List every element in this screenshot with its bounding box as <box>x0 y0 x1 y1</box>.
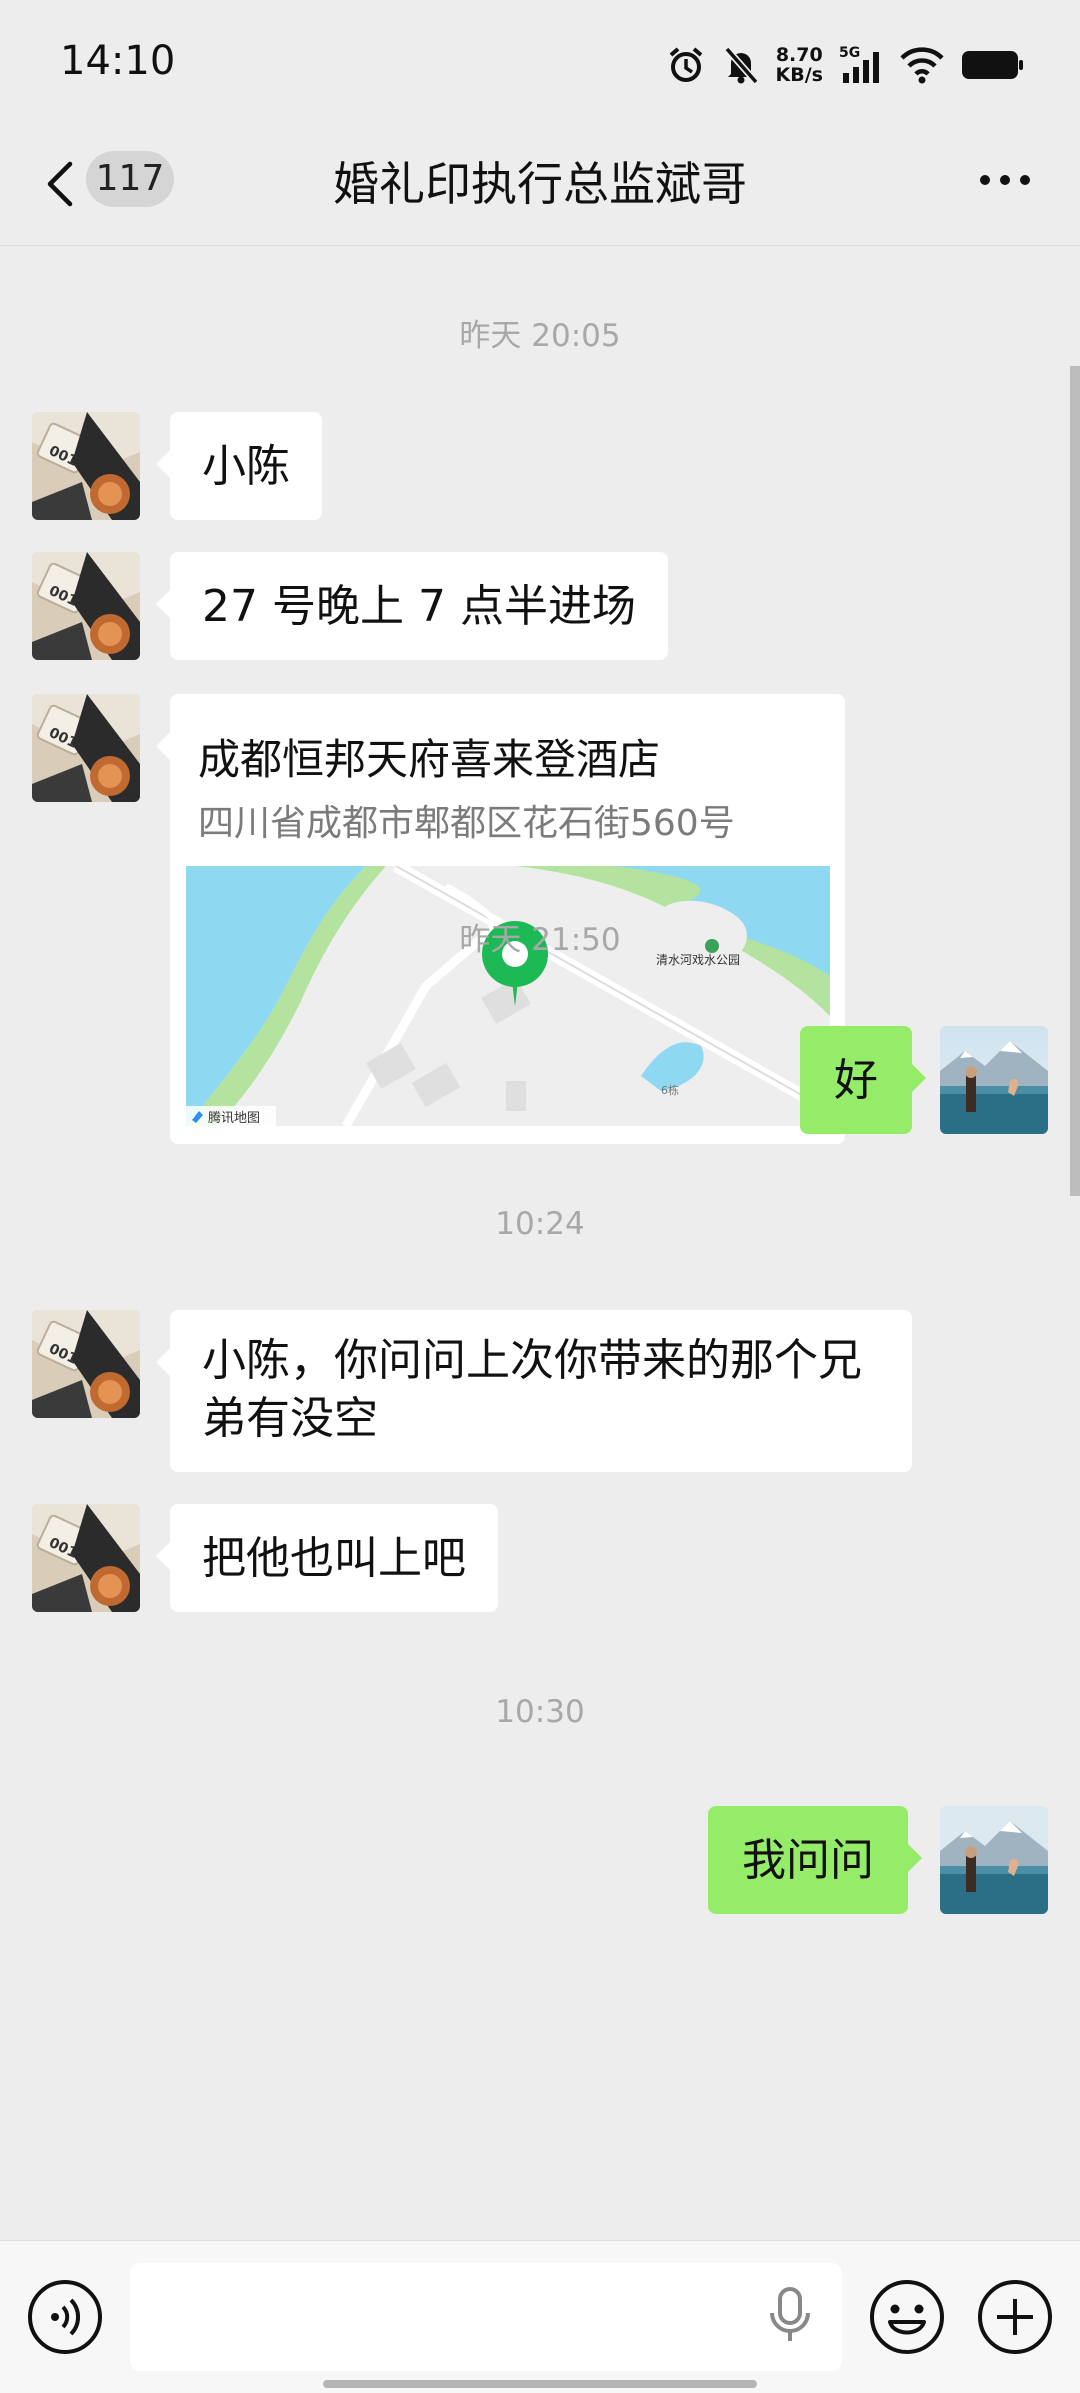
timestamp: 10:30 <box>495 1694 585 1730</box>
svg-text:5G: 5G <box>839 45 860 61</box>
battery-icon <box>961 45 1025 85</box>
location-name: 成都恒邦天府喜来登酒店 <box>198 735 661 784</box>
avatar-contact[interactable]: 001 <box>32 1310 140 1418</box>
contact-avatar-image: 001 <box>32 552 140 660</box>
timestamp: 昨天 20:05 <box>459 318 621 354</box>
message-bubble-incoming[interactable]: 把他也叫上吧 <box>156 1504 498 1612</box>
plus-icon <box>978 2280 1052 2354</box>
more-dots-icon <box>980 175 1030 185</box>
timestamp: 昨天 21:50 <box>459 922 621 958</box>
scrollbar[interactable] <box>1070 366 1080 1196</box>
mute-bell-icon <box>722 45 760 85</box>
more-button[interactable] <box>970 150 1040 210</box>
chat-header: 117 婚礼印执行总监斌哥 <box>0 120 1080 246</box>
unread-count-badge[interactable]: 117 <box>86 151 174 207</box>
status-icons: 8.70 KB/s 5G <box>666 40 1025 90</box>
voice-input-button[interactable] <box>760 2283 820 2347</box>
message-bubble-incoming[interactable]: 小陈，你问问上次你带来的那个兄弟有没空 <box>156 1310 912 1472</box>
message-bubble-outgoing[interactable]: 好 <box>800 1026 926 1134</box>
self-avatar-image <box>940 1806 1048 1914</box>
location-map-preview[interactable]: 清水河戏水公园 6栋 腾讯地图 <box>186 866 830 1126</box>
contact-avatar-image: 001 <box>32 1504 140 1612</box>
contact-avatar-image: 001 <box>32 694 140 802</box>
microphone-icon <box>770 2287 810 2341</box>
message-list[interactable]: 昨天 20:05 001 小陈 001 27 号晚上 7 点半进场 001 成都… <box>0 246 1080 2240</box>
message-input[interactable] <box>130 2263 842 2371</box>
avatar-contact[interactable]: 001 <box>32 412 140 520</box>
contact-avatar-image: 001 <box>32 412 140 520</box>
input-bar <box>0 2240 1080 2393</box>
emoji-button[interactable] <box>868 2278 946 2356</box>
avatar-contact[interactable]: 001 <box>32 552 140 660</box>
wifi-icon <box>899 45 945 85</box>
home-indicator[interactable] <box>323 2380 757 2388</box>
more-functions-button[interactable] <box>976 2278 1054 2356</box>
alarm-icon <box>666 45 706 85</box>
avatar-contact[interactable]: 001 <box>32 694 140 802</box>
status-time: 14:10 <box>60 38 176 84</box>
signal-icon: 5G <box>839 45 883 85</box>
self-avatar-image <box>940 1026 1048 1134</box>
map-image: 清水河戏水公园 6栋 腾讯地图 <box>186 866 830 1126</box>
contact-avatar-image: 001 <box>32 1310 140 1418</box>
message-bubble-incoming[interactable]: 27 号晚上 7 点半进场 <box>156 552 668 660</box>
message-bubble-incoming[interactable]: 小陈 <box>156 412 322 520</box>
svg-text:腾讯地图: 腾讯地图 <box>208 1110 260 1126</box>
voice-icon <box>28 2280 102 2354</box>
net-speed: 8.70 KB/s <box>775 44 823 86</box>
voice-toggle-button[interactable] <box>26 2278 104 2356</box>
location-address: 四川省成都市郫都区花石街560号 <box>198 803 735 844</box>
avatar-contact[interactable]: 001 <box>32 1504 140 1612</box>
message-bubble-outgoing[interactable]: 我问问 <box>708 1806 922 1914</box>
timestamp: 10:24 <box>495 1206 585 1242</box>
avatar-self[interactable] <box>940 1806 1048 1914</box>
chat-title[interactable]: 婚礼印执行总监斌哥 <box>333 157 747 211</box>
svg-text:6栋: 6栋 <box>661 1083 679 1097</box>
emoji-icon <box>870 2280 944 2354</box>
status-bar: 14:10 8.70 KB/s 5G <box>0 0 1080 120</box>
avatar-self[interactable] <box>940 1026 1048 1134</box>
